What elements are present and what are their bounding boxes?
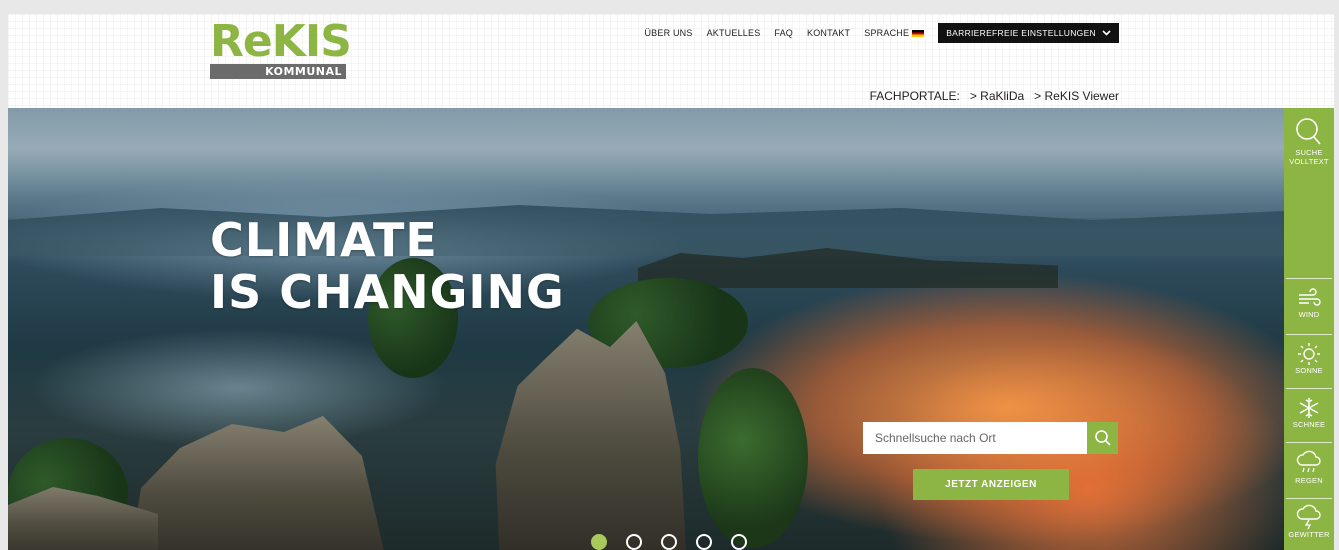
sidebar-item-label: SONNE bbox=[1295, 366, 1323, 375]
chevron-down-icon bbox=[1102, 30, 1111, 36]
fachportale-bar: FACHPORTALE: > RaKliDa > ReKIS Viewer bbox=[870, 89, 1119, 103]
nav-faq[interactable]: FAQ bbox=[774, 28, 793, 38]
sun-icon bbox=[1298, 343, 1320, 365]
accessibility-settings-label: BARRIEREFREIE EINSTELLUNGEN bbox=[946, 28, 1096, 38]
sidebar-item-label: WIND bbox=[1298, 310, 1320, 319]
slider-pagination bbox=[591, 534, 747, 550]
wind-icon bbox=[1299, 288, 1321, 306]
sidebar-divider bbox=[1286, 442, 1332, 443]
nav-aktuelles[interactable]: AKTUELLES bbox=[707, 28, 761, 38]
sidebar-item-label: GEWITTER bbox=[1288, 530, 1330, 539]
sidebar-divider bbox=[1286, 278, 1332, 279]
quick-search bbox=[863, 422, 1118, 454]
sidebar-search-line2: VOLLTEXT bbox=[1289, 157, 1329, 166]
german-flag-icon bbox=[912, 30, 925, 38]
slider-dot-4[interactable] bbox=[696, 534, 712, 550]
hero-headline: CLIMATE IS CHANGING bbox=[210, 214, 565, 318]
browser-viewport: ReKIS KOMMUNAL ÜBER UNS AKTUELLES FAQ KO… bbox=[8, 14, 1334, 550]
show-now-button[interactable]: JETZT ANZEIGEN bbox=[913, 469, 1069, 500]
hero-sky bbox=[8, 108, 1284, 218]
nav-ueber-uns[interactable]: ÜBER UNS bbox=[644, 28, 692, 38]
thunder-cloud-icon bbox=[1296, 504, 1321, 530]
sidebar-item-wind[interactable]: WIND bbox=[1284, 288, 1334, 319]
rekis-logo[interactable]: ReKIS KOMMUNAL bbox=[210, 16, 352, 82]
sidebar-item-schnee[interactable]: SCHNEE bbox=[1284, 396, 1334, 429]
slider-dot-1[interactable] bbox=[591, 534, 607, 550]
slider-dot-2[interactable] bbox=[626, 534, 642, 550]
snowflake-icon bbox=[1299, 398, 1319, 418]
logo-wordmark: ReKIS bbox=[210, 16, 352, 67]
fachportale-label: FACHPORTALE: bbox=[869, 89, 960, 103]
logo-subtitle: KOMMUNAL bbox=[265, 65, 342, 78]
sidebar-item-label: SCHNEE bbox=[1292, 420, 1326, 429]
sidebar-fulltext-search[interactable]: SUCHE VOLLTEXT bbox=[1284, 116, 1334, 166]
logo-subbar: KOMMUNAL bbox=[210, 64, 346, 79]
link-rakida[interactable]: > RaKliDa bbox=[970, 89, 1024, 103]
hero-trees bbox=[698, 368, 808, 548]
search-icon bbox=[1094, 430, 1111, 446]
sidebar-divider bbox=[1286, 388, 1332, 389]
slider-dot-5[interactable] bbox=[731, 534, 747, 550]
rain-cloud-icon bbox=[1296, 450, 1321, 473]
weather-sidebar: SUCHE VOLLTEXT WIND SONNE SCHNEE REGEN G… bbox=[1284, 108, 1334, 550]
hero-headline-line2: IS CHANGING bbox=[210, 265, 565, 319]
nav-sprache-label: SPRACHE bbox=[864, 28, 910, 38]
location-search-input[interactable] bbox=[863, 422, 1087, 454]
hero-headline-line1: CLIMATE bbox=[210, 213, 438, 267]
sidebar-item-gewitter[interactable]: GEWITTER bbox=[1284, 504, 1334, 539]
sidebar-item-sonne[interactable]: SONNE bbox=[1284, 342, 1334, 375]
hero-slider: CLIMATE IS CHANGING JETZT ANZEIGEN bbox=[8, 108, 1284, 550]
site-header: ReKIS KOMMUNAL ÜBER UNS AKTUELLES FAQ KO… bbox=[8, 14, 1334, 108]
sidebar-divider bbox=[1286, 334, 1332, 335]
top-navigation: ÜBER UNS AKTUELLES FAQ KONTAKT SPRACHE B… bbox=[644, 23, 1119, 43]
sidebar-item-regen[interactable]: REGEN bbox=[1284, 450, 1334, 485]
search-icon bbox=[1296, 118, 1321, 145]
nav-sprache[interactable]: SPRACHE bbox=[864, 28, 925, 38]
link-rekis-viewer[interactable]: > ReKIS Viewer bbox=[1034, 89, 1119, 103]
slider-dot-3[interactable] bbox=[661, 534, 677, 550]
sidebar-divider bbox=[1286, 498, 1332, 499]
location-search-button[interactable] bbox=[1087, 422, 1118, 454]
nav-kontakt[interactable]: KONTAKT bbox=[807, 28, 850, 38]
sidebar-item-label: REGEN bbox=[1295, 476, 1323, 485]
sidebar-search-line1: SUCHE bbox=[1295, 148, 1323, 157]
accessibility-settings-button[interactable]: BARRIEREFREIE EINSTELLUNGEN bbox=[938, 23, 1119, 43]
